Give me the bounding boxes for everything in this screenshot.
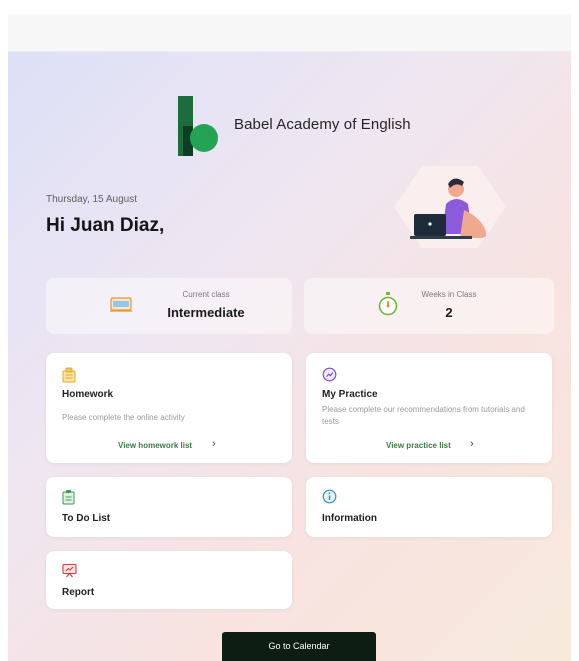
practice-card[interactable]: My Practice Please complete our recommen… (306, 353, 552, 463)
go-to-calendar-button[interactable]: Go to Calendar (222, 632, 376, 661)
report-title: Report (62, 587, 95, 598)
stopwatch-icon (378, 292, 398, 316)
laptop-icon (110, 297, 132, 312)
view-practice-link[interactable]: View practice list (386, 441, 451, 450)
homework-description: Please complete the online activity (62, 413, 185, 422)
student-illustration (394, 166, 506, 248)
chevron-right-icon: › (212, 438, 216, 450)
greeting-title: Hi Juan Diaz, (46, 215, 165, 236)
information-card[interactable]: Information (306, 477, 552, 537)
information-title: Information (322, 513, 377, 524)
report-card[interactable]: Report (46, 551, 292, 609)
brand-name: Babel Academy of English (234, 116, 411, 133)
practice-title: My Practice (322, 389, 378, 400)
weeks-in-class-stat: Weeks in Class 2 (304, 278, 554, 334)
current-class-stat: Current class Intermediate (46, 278, 292, 334)
weeks-in-class-label: Weeks in Class (421, 290, 477, 299)
academy-logo (178, 96, 228, 156)
homework-title: Homework (62, 389, 114, 400)
homework-card[interactable]: Homework Please complete the online acti… (46, 353, 292, 463)
todo-list-title: To Do List (62, 513, 111, 524)
current-date: Thursday, 15 August (46, 194, 137, 205)
todo-list-card[interactable]: To Do List (46, 477, 292, 537)
clipboard-icon (62, 490, 75, 505)
practice-description: Please complete our recommendations from… (322, 405, 525, 426)
chevron-right-icon: › (470, 438, 474, 450)
homework-icon (62, 367, 76, 383)
info-icon (322, 489, 337, 504)
report-icon (62, 563, 77, 578)
current-class-value: Intermediate (167, 305, 245, 320)
dashboard: Babel Academy of English Thursday, 15 Au… (8, 52, 571, 661)
view-homework-link[interactable]: View homework list (118, 441, 192, 450)
practice-icon (322, 367, 337, 382)
top-bar (8, 14, 571, 52)
weeks-in-class-value: 2 (445, 305, 453, 320)
current-class-label: Current class (182, 290, 230, 299)
